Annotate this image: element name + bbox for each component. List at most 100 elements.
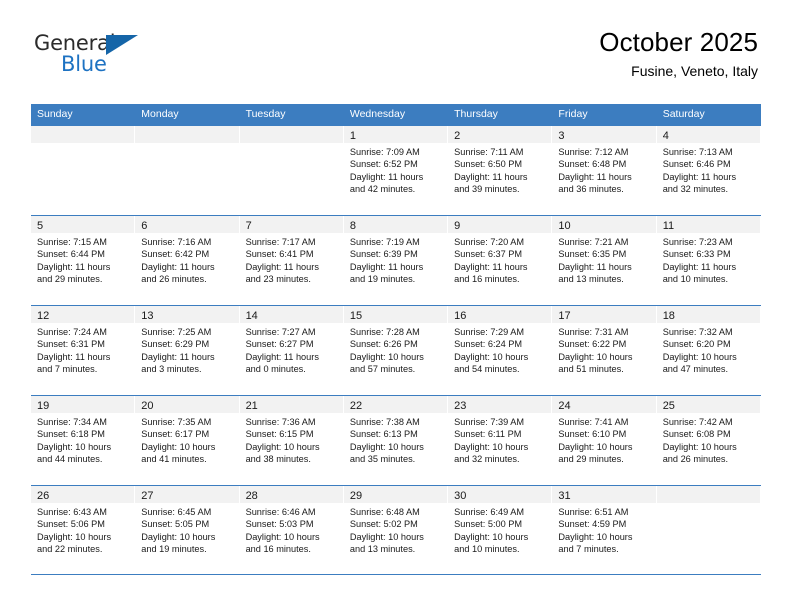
calendar-day-cell[interactable]: 9 Sunrise: 7:20 AM Sunset: 6:37 PM Daylight…	[448, 216, 553, 305]
calendar-day-cell[interactable]: 5 Sunrise: 7:15 AM Sunset: 6:44 PM Daylight…	[31, 216, 136, 305]
day-number: 14	[245, 310, 258, 322]
sunrise-text: Sunrise: 7:09 AM	[349, 147, 420, 157]
day-number-band: 7	[239, 216, 343, 233]
daylight-text-line1: Daylight: 11 hours	[349, 171, 424, 182]
calendar-day-cell[interactable]: 19 Sunrise: 7:34 AM Sunset: 6:18 PM Dayligh…	[31, 396, 136, 485]
calendar-day-cell[interactable]: 15 Sunrise: 7:28 AM Sunset: 6:26 PM Dayligh…	[343, 306, 449, 395]
calendar-day-cell[interactable]: 30 Sunrise: 6:49 AM Sunset: 5:00 PM Dayligh…	[448, 486, 553, 574]
daylight-text-line1: Daylight: 10 hours	[558, 441, 633, 452]
day-number: 9	[454, 220, 461, 232]
day-number: 24	[558, 400, 571, 412]
sunrise-text: Sunrise: 7:36 AM	[245, 417, 316, 427]
day-number: 11	[662, 220, 675, 232]
day-sun-info: Sunrise: 7:42 AM Sunset: 6:08 PM Daylight:…	[657, 413, 760, 466]
daylight-text-line2: and 54 minutes.	[454, 364, 520, 375]
calendar-day-cell[interactable]: 20 Sunrise: 7:35 AM Sunset: 6:17 PM Dayligh…	[135, 396, 240, 485]
day-number: 15	[349, 310, 363, 322]
daylight-text-line1: Daylight: 11 hours	[141, 261, 215, 272]
title-block: October 2025 Fusine, Veneto, Italy	[599, 26, 758, 82]
sunset-text: Sunset: 6:08 PM	[662, 429, 731, 440]
calendar-day-cell[interactable]: 23 Sunrise: 7:39 AM Sunset: 6:11 PM Dayligh…	[448, 396, 553, 485]
calendar-day-cell[interactable]: 12 Sunrise: 7:24 AM Sunset: 6:31 PM Dayligh…	[31, 306, 136, 395]
day-number-band: 13	[135, 306, 239, 323]
sunrise-text: Sunrise: 7:35 AM	[141, 417, 212, 427]
day-number: 19	[37, 400, 50, 412]
sunset-text: Sunset: 6:20 PM	[662, 339, 731, 350]
day-sun-info: Sunrise: 7:20 AM Sunset: 6:37 PM Daylight:…	[448, 233, 551, 286]
day-number-band: 8	[343, 216, 448, 233]
daylight-text-line2: and 41 minutes.	[141, 454, 207, 465]
sunrise-text: Sunrise: 7:23 AM	[662, 237, 733, 247]
calendar-day-cell[interactable]: 22 Sunrise: 7:38 AM Sunset: 6:13 PM Dayligh…	[343, 396, 449, 485]
day-number: 12	[37, 310, 50, 322]
day-number: 5	[37, 220, 44, 232]
calendar-day-cell[interactable]: 26 Sunrise: 6:43 AM Sunset: 5:06 PM Dayligh…	[31, 486, 136, 574]
daylight-text-line2: and 47 minutes.	[662, 364, 729, 375]
calendar-day-cell[interactable]: 8 Sunrise: 7:19 AM Sunset: 6:39 PM Daylight…	[343, 216, 449, 305]
sunrise-text: Sunrise: 7:34 AM	[37, 417, 107, 427]
daylight-text-line2: and 36 minutes.	[558, 184, 624, 195]
calendar-day-cell[interactable]: 27 Sunrise: 6:45 AM Sunset: 5:05 PM Dayligh…	[135, 486, 240, 574]
calendar-day-cell-empty	[239, 126, 344, 215]
calendar-day-cell[interactable]: 24 Sunrise: 7:41 AM Sunset: 6:10 PM Dayligh…	[552, 396, 657, 485]
calendar-day-cell[interactable]: 11 Sunrise: 7:23 AM Sunset: 6:33 PM Dayligh…	[656, 216, 761, 305]
calendar-day-cell[interactable]: 2 Sunrise: 7:11 AM Sunset: 6:50 PM Daylight…	[448, 126, 553, 215]
day-number: 13	[141, 310, 154, 322]
generalblue-logo[interactable]: General Blue	[34, 32, 164, 82]
day-number: 26	[37, 490, 50, 502]
weekday-header-tuesday: Tuesday	[245, 108, 286, 120]
daylight-text-line2: and 26 minutes.	[141, 274, 207, 285]
day-sun-info: Sunrise: 6:43 AM Sunset: 5:06 PM Daylight:…	[31, 503, 134, 556]
calendar-day-cell[interactable]: 7 Sunrise: 7:17 AM Sunset: 6:41 PM Daylight…	[239, 216, 344, 305]
day-sun-info: Sunrise: 7:17 AM Sunset: 6:41 PM Daylight:…	[240, 233, 343, 286]
calendar-day-cell[interactable]: 10 Sunrise: 7:21 AM Sunset: 6:35 PM Dayligh…	[552, 216, 657, 305]
sunset-text: Sunset: 6:50 PM	[454, 159, 523, 170]
day-number: 2	[454, 130, 461, 142]
calendar-day-cell[interactable]: 17 Sunrise: 7:31 AM Sunset: 6:22 PM Dayligh…	[552, 306, 657, 395]
calendar-day-cell[interactable]: 4 Sunrise: 7:13 AM Sunset: 6:46 PM Daylight…	[656, 126, 761, 215]
day-number-band: 28	[239, 486, 343, 503]
day-number-band: 5	[31, 216, 135, 233]
daylight-text-line2: and 42 minutes.	[349, 184, 416, 195]
calendar-day-cell[interactable]: 25 Sunrise: 7:42 AM Sunset: 6:08 PM Dayligh…	[656, 396, 761, 485]
daylight-text-line1: Daylight: 11 hours	[245, 261, 319, 272]
calendar-weeks: 1 Sunrise: 7:09 AM Sunset: 6:52 PM Daylight…	[31, 125, 761, 575]
sunrise-text: Sunrise: 7:13 AM	[662, 147, 733, 157]
calendar-day-cell[interactable]: 1 Sunrise: 7:09 AM Sunset: 6:52 PM Daylight…	[343, 126, 449, 215]
sunset-text: Sunset: 5:03 PM	[245, 519, 314, 530]
day-number: 22	[349, 400, 363, 412]
sunset-text: Sunset: 6:44 PM	[37, 249, 105, 260]
calendar-day-cell[interactable]: 18 Sunrise: 7:32 AM Sunset: 6:20 PM Dayligh…	[656, 306, 761, 395]
sunset-text: Sunset: 6:11 PM	[454, 429, 522, 440]
calendar-day-cell[interactable]: 28 Sunrise: 6:46 AM Sunset: 5:03 PM Dayligh…	[239, 486, 344, 574]
daylight-text-line1: Daylight: 10 hours	[37, 441, 112, 452]
daylight-text-line1: Daylight: 11 hours	[37, 261, 111, 272]
calendar-day-cell[interactable]: 16 Sunrise: 7:29 AM Sunset: 6:24 PM Dayligh…	[448, 306, 553, 395]
weekday-header-row: Sunday Monday Tuesday Wednesday Thursday…	[31, 104, 761, 125]
daylight-text-line2: and 10 minutes.	[454, 544, 520, 555]
day-number: 27	[141, 490, 154, 502]
day-number: 21	[245, 400, 258, 412]
calendar-day-cell[interactable]: 29 Sunrise: 6:48 AM Sunset: 5:02 PM Dayligh…	[343, 486, 449, 574]
calendar-day-cell[interactable]: 6 Sunrise: 7:16 AM Sunset: 6:42 PM Daylight…	[135, 216, 240, 305]
calendar-day-cell[interactable]: 13 Sunrise: 7:25 AM Sunset: 6:29 PM Dayligh…	[135, 306, 240, 395]
daylight-text-line2: and 26 minutes.	[662, 454, 729, 465]
calendar-day-cell[interactable]: 14 Sunrise: 7:27 AM Sunset: 6:27 PM Dayligh…	[239, 306, 344, 395]
page-header: General Blue October 2025 Fusine, Veneto…	[0, 0, 792, 103]
calendar-day-cell[interactable]: 31 Sunrise: 6:51 AM Sunset: 4:59 PM Dayligh…	[552, 486, 657, 574]
sunrise-text: Sunrise: 6:51 AM	[558, 507, 629, 517]
calendar-day-cell[interactable]: 3 Sunrise: 7:12 AM Sunset: 6:48 PM Daylight…	[552, 126, 657, 215]
sunset-text: Sunset: 6:52 PM	[349, 159, 418, 170]
day-number-band	[239, 126, 343, 143]
daylight-text-line1: Daylight: 11 hours	[349, 261, 424, 272]
daylight-text-line2: and 13 minutes.	[349, 544, 416, 555]
daylight-text-line2: and 3 minutes.	[141, 364, 202, 375]
day-number: 29	[349, 490, 363, 502]
daylight-text-line1: Daylight: 10 hours	[662, 351, 737, 362]
daylight-text-line1: Daylight: 10 hours	[662, 441, 737, 452]
day-sun-info: Sunrise: 7:39 AM Sunset: 6:11 PM Daylight:…	[448, 413, 551, 466]
daylight-text-line2: and 32 minutes.	[454, 454, 520, 465]
calendar-day-cell[interactable]: 21 Sunrise: 7:36 AM Sunset: 6:15 PM Dayligh…	[239, 396, 344, 485]
day-number-band: 26	[31, 486, 135, 503]
day-sun-info: Sunrise: 7:24 AM Sunset: 6:31 PM Daylight:…	[31, 323, 134, 376]
